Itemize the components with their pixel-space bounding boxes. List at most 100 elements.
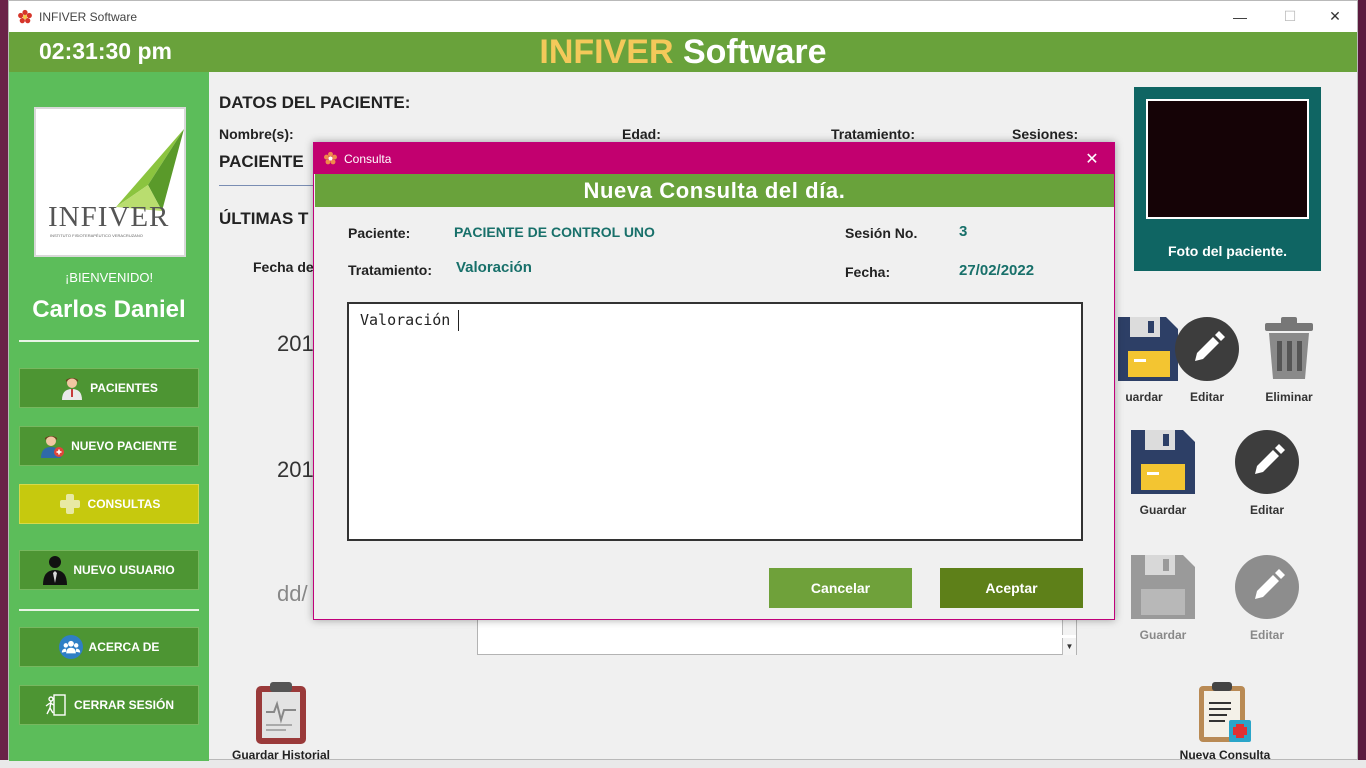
- session-value: 3: [959, 223, 968, 240]
- edit-label: Editar: [1189, 390, 1224, 404]
- save-label: uardar: [1125, 390, 1163, 404]
- window-titlebar: INFIVER Software — ☐ ✕: [9, 1, 1357, 32]
- dialog-close-button[interactable]: ✕: [1076, 143, 1108, 174]
- delete-label: Eliminar: [1265, 390, 1313, 404]
- sidebar-item-nuevo-paciente[interactable]: NUEVO PACIENTE: [19, 426, 199, 466]
- new-consultation-label: Nueva Consulta: [1179, 748, 1271, 762]
- consult-date-1: 201: [277, 331, 314, 356]
- save-label: Guardar: [1139, 628, 1187, 642]
- patient-value: PACIENTE DE CONTROL UNO: [454, 224, 655, 240]
- desktop-background: [0, 0, 8, 768]
- taskbar-strip: [0, 760, 1366, 768]
- text-caret: [458, 310, 460, 331]
- app-title: INFIVER Software: [9, 33, 1357, 72]
- dialog-title: Consulta: [344, 151, 392, 166]
- user-suit-icon: [43, 556, 68, 585]
- sidebar-item-label: CONSULTAS: [87, 497, 161, 511]
- scroll-down-button[interactable]: ▼: [1062, 638, 1076, 655]
- maximize-button[interactable]: ☐: [1267, 1, 1313, 32]
- sidebar-item-consultas[interactable]: CONSULTAS: [19, 484, 199, 524]
- edit-button-row1[interactable]: Editar: [1167, 317, 1247, 404]
- patient-photo-label: Foto del paciente.: [1167, 243, 1287, 259]
- edit-label: Editar: [1249, 503, 1284, 517]
- sidebar-item-acerca-de[interactable]: ACERCA DE: [19, 627, 199, 667]
- sidebar-item-label: PACIENTES: [90, 381, 158, 395]
- save-label: Guardar: [1139, 503, 1187, 517]
- dialog-header: Nueva Consulta del día.: [315, 174, 1114, 207]
- pencil-icon: [1235, 430, 1299, 494]
- pencil-icon: [1235, 555, 1299, 619]
- app-title-highlight: INFIVER: [539, 33, 674, 71]
- treatment-label: Tratamiento:: [348, 262, 433, 278]
- logo-subtext: INSTITUTO FISIOTERAPÉUTICO VERACRUZANO: [50, 233, 143, 238]
- edit-button-row2[interactable]: Editar: [1227, 430, 1307, 517]
- medical-clipboard-icon: [1199, 682, 1251, 742]
- delete-button-row1[interactable]: Eliminar: [1249, 317, 1329, 404]
- cancel-button[interactable]: Cancelar: [769, 568, 912, 608]
- close-window-button[interactable]: ✕: [1312, 1, 1358, 32]
- window-title: INFIVER Software: [39, 9, 138, 24]
- date-label: Fecha:: [845, 264, 891, 280]
- trash-can-icon: [1265, 317, 1313, 379]
- sidebar: INFIVER INSTITUTO FISIOTERAPÉUTICO VERAC…: [9, 72, 209, 761]
- welcome-text: ¡BIENVENIDO!: [64, 270, 154, 285]
- logo-text: INFIVER: [48, 201, 170, 233]
- add-patient-icon: [41, 434, 65, 458]
- edit-label: Editar: [1249, 628, 1284, 642]
- treatment-value: Valoración: [456, 259, 532, 276]
- latest-consultations-title: ÚLTIMAS T: [219, 209, 309, 228]
- dialog-titlebar: Consulta ✕: [314, 143, 1114, 174]
- infiver-logo: INFIVER INSTITUTO FISIOTERAPÉUTICO VERAC…: [34, 107, 186, 257]
- treatment-label: Tratamiento:: [831, 126, 916, 142]
- save-history-label: Guardar Historial: [231, 748, 331, 762]
- sidebar-item-label: NUEVO PACIENTE: [71, 439, 177, 453]
- sidebar-item-label: NUEVO USUARIO: [73, 563, 175, 577]
- floppy-disk-icon: [1131, 430, 1195, 494]
- consult-date-2: 201: [277, 457, 314, 482]
- app-title-rest: Software: [673, 33, 827, 71]
- save-button-row3[interactable]: Guardar: [1123, 555, 1203, 642]
- sidebar-item-cerrar-sesion[interactable]: CERRAR SESIÓN: [19, 685, 199, 725]
- patient-photo[interactable]: [1146, 99, 1309, 219]
- user-name: Carlos Daniel: [32, 296, 186, 323]
- notes-textarea-row3[interactable]: ▼: [477, 617, 1077, 655]
- new-consultation-button[interactable]: Nueva Consulta: [1177, 680, 1273, 762]
- age-label: Edad:: [622, 126, 661, 142]
- save-history-button[interactable]: Guardar Historial: [229, 680, 333, 762]
- clipboard-icon: [256, 682, 306, 744]
- sidebar-item-label: ACERCA DE: [88, 640, 160, 654]
- minimize-button[interactable]: —: [1217, 1, 1263, 32]
- sidebar-divider: [19, 340, 199, 342]
- scroll-up-button[interactable]: [1062, 618, 1076, 635]
- patient-icon: [60, 376, 84, 400]
- save-button-row2[interactable]: Guardar: [1123, 430, 1203, 517]
- patient-name-value: PACIENTE: [219, 152, 304, 171]
- app-header: 02:31:30 pm INFIVER Software: [9, 32, 1357, 72]
- logout-icon: [44, 693, 68, 717]
- date-column-label: Fecha de: [253, 259, 314, 275]
- patient-section-title: DATOS DEL PACIENTE:: [219, 93, 411, 112]
- flower-logo-icon: [324, 151, 337, 165]
- session-label: Sesión No.: [845, 225, 918, 241]
- pencil-icon: [1175, 317, 1239, 381]
- patient-photo-frame: Foto del paciente.: [1134, 87, 1321, 271]
- date-value: 27/02/2022: [959, 262, 1035, 279]
- group-icon: [58, 635, 83, 659]
- name-label: Nombre(s):: [219, 126, 294, 142]
- sessions-label: Sesiones:: [1012, 126, 1079, 142]
- floppy-disk-icon: [1131, 555, 1195, 619]
- patient-label: Paciente:: [348, 225, 411, 241]
- consult-date-3: dd/: [277, 581, 308, 606]
- sidebar-item-label: CERRAR SESIÓN: [73, 698, 174, 712]
- consultation-notes-textarea[interactable]: Valoración: [347, 302, 1083, 541]
- edit-button-row3[interactable]: Editar: [1227, 555, 1307, 642]
- sidebar-item-nuevo-usuario[interactable]: NUEVO USUARIO: [19, 550, 199, 590]
- section-divider: [219, 185, 319, 186]
- accept-button[interactable]: Aceptar: [940, 568, 1083, 608]
- flower-logo-icon: [18, 9, 32, 23]
- sidebar-item-pacientes[interactable]: PACIENTES: [19, 368, 199, 408]
- notes-text: Valoración: [360, 311, 451, 329]
- consultation-icon: [58, 492, 82, 516]
- sidebar-divider: [19, 609, 199, 611]
- consultation-dialog: Consulta ✕ Nueva Consulta del día. Pacie…: [313, 142, 1115, 620]
